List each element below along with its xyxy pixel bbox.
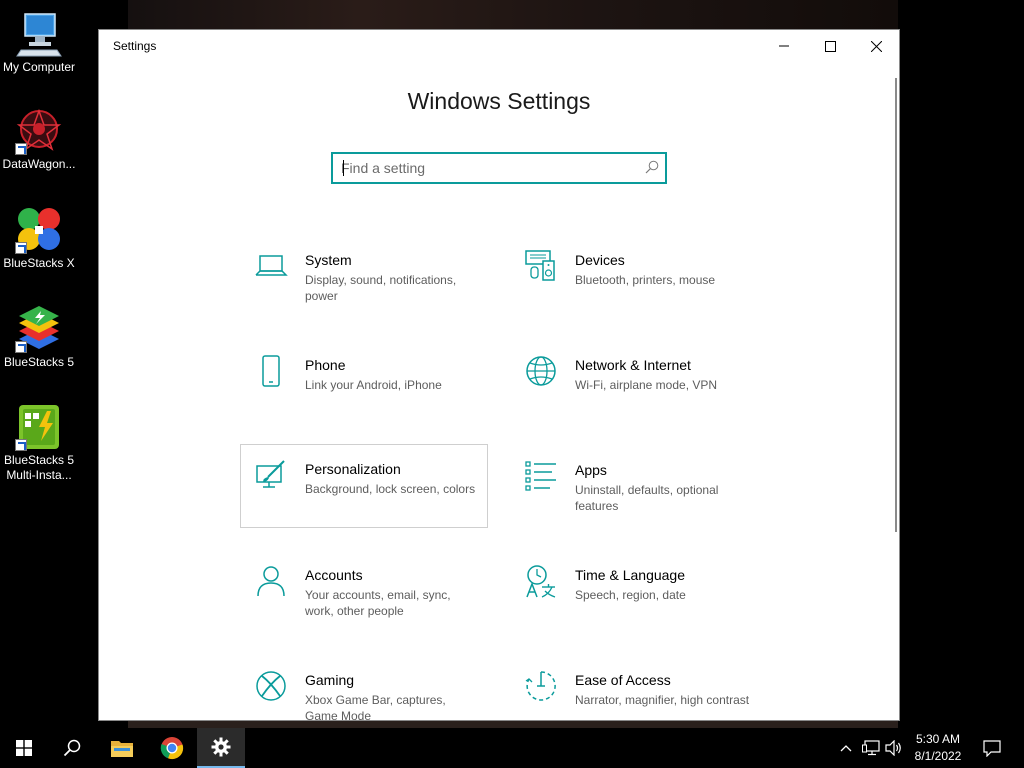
start-button[interactable]: [0, 728, 48, 768]
apps-list-icon: [525, 461, 556, 491]
settings-window: Settings Windows Settings System Display…: [99, 30, 899, 720]
category-devices[interactable]: Devices Bluetooth, printers, mouse: [510, 245, 758, 329]
category-description: Wi-Fi, airplane mode, VPN: [575, 378, 718, 392]
category-title: Personalization: [305, 461, 401, 477]
network-tray-button[interactable]: [861, 728, 881, 768]
windows-logo-icon: [16, 740, 32, 756]
window-title: Settings: [113, 39, 157, 53]
shortcut-arrow-icon: [15, 439, 27, 451]
laptop-icon: [255, 255, 288, 276]
chevron-up-icon: [840, 745, 852, 752]
settings-taskbar-button[interactable]: [197, 728, 245, 768]
desktop-icon-label: DataWagon...: [2, 157, 76, 171]
show-hidden-icons-button[interactable]: [838, 728, 854, 768]
search-icon: [645, 160, 659, 174]
minimize-icon: [779, 45, 789, 47]
category-description: Speech, region, date: [575, 588, 686, 602]
shortcut-arrow-icon: [15, 341, 27, 353]
folder-icon: [111, 741, 133, 757]
paintbrush-icon: [256, 460, 285, 488]
category-description: Bluetooth, printers, mouse: [575, 273, 716, 287]
category-title: Apps: [575, 462, 607, 478]
chrome-button[interactable]: [148, 728, 196, 768]
text-caret: [343, 160, 344, 176]
category-description: Your accounts, email, sync, work, other …: [305, 588, 451, 618]
search-taskbar-button[interactable]: [48, 728, 96, 768]
category-title: Devices: [575, 252, 625, 268]
time-language-icon: [526, 565, 556, 598]
close-icon: [870, 40, 882, 52]
clock-date: 8/1/2022: [914, 749, 962, 763]
category-title: Network & Internet: [575, 357, 691, 373]
desktop-icon-label-line2: Multi-Insta...: [6, 468, 72, 482]
desktop-icon-datawagon[interactable]: DataWagon...: [0, 107, 78, 172]
ease-of-access-icon: [525, 671, 556, 701]
speaker-icon: [885, 740, 901, 756]
volume-tray-button[interactable]: [884, 728, 904, 768]
desktop-icon-bluestacks-x[interactable]: BlueStacks X: [0, 206, 78, 271]
search-box[interactable]: [331, 152, 667, 184]
category-title: Time & Language: [575, 567, 685, 583]
category-personalization[interactable]: Personalization Background, lock screen,…: [240, 444, 488, 528]
category-description: Display, sound, notifications, power: [305, 273, 457, 303]
maximize-button[interactable]: [807, 30, 853, 62]
network-wired-icon: [862, 740, 880, 756]
scrollbar-thumb[interactable]: [895, 78, 897, 532]
desktop-icon-my-computer[interactable]: My Computer: [0, 10, 78, 75]
bluestacks-5-icon: [15, 305, 63, 353]
category-title: Gaming: [305, 672, 355, 688]
close-button[interactable]: [853, 30, 899, 62]
gear-icon: [211, 737, 231, 757]
category-accounts[interactable]: Accounts Your accounts, email, sync, wor…: [240, 560, 488, 644]
devices-icon: [525, 250, 555, 281]
desktop-icon-label: My Computer: [2, 60, 76, 74]
category-ease-of-access[interactable]: Ease of Access Narrator, magnifier, high…: [510, 665, 758, 720]
category-network[interactable]: Network & Internet Wi-Fi, airplane mode,…: [510, 350, 758, 434]
category-apps[interactable]: Apps Uninstall, defaults, optional featu…: [510, 455, 758, 539]
clock-time: 5:30 AM: [915, 732, 961, 746]
maximize-icon: [824, 40, 836, 52]
phone-icon: [262, 355, 280, 387]
shortcut-arrow-icon: [15, 143, 27, 155]
title-bar[interactable]: Settings: [99, 30, 899, 62]
desktop-wallpaper: [128, 0, 898, 30]
category-title: System: [305, 252, 352, 268]
search-input[interactable]: [341, 158, 631, 178]
minimize-button[interactable]: [761, 30, 807, 62]
taskbar: 5:30 AM 8/1/2022: [0, 728, 1024, 768]
category-description: Link your Android, iPhone: [305, 378, 442, 392]
category-description: Background, lock screen, colors: [305, 482, 476, 496]
category-phone[interactable]: Phone Link your Android, iPhone: [240, 350, 488, 434]
desktop-icon-label: BlueStacks X: [3, 256, 75, 270]
globe-icon: [526, 356, 556, 386]
shortcut-arrow-icon: [15, 242, 27, 254]
category-description: Narrator, magnifier, high contrast: [575, 693, 750, 707]
category-title: Phone: [305, 357, 346, 373]
category-description: Uninstall, defaults, optional features: [575, 483, 719, 513]
bluestacks-multi-instance-icon: [15, 403, 63, 451]
person-icon: [257, 566, 285, 597]
category-time-language[interactable]: Time & Language Speech, region, date: [510, 560, 758, 644]
category-title: Accounts: [305, 567, 363, 583]
desktop-icon-label-line1: BlueStacks 5: [3, 453, 75, 467]
category-title: Ease of Access: [575, 672, 671, 688]
desktop-icon-label: BlueStacks 5: [3, 355, 75, 369]
datawagon-icon: [15, 107, 63, 155]
category-description: Xbox Game Bar, captures, Game Mode: [305, 693, 446, 720]
category-system[interactable]: System Display, sound, notifications, po…: [240, 245, 488, 329]
xbox-icon: [256, 671, 286, 701]
desktop-icon-bluestacks-multi[interactable]: BlueStacks 5 Multi-Insta...: [0, 403, 78, 483]
action-center-button[interactable]: [978, 728, 1006, 768]
notification-icon: [983, 739, 1001, 757]
category-gaming[interactable]: Gaming Xbox Game Bar, captures, Game Mod…: [240, 665, 488, 720]
chrome-icon: [160, 737, 184, 760]
taskbar-clock[interactable]: 5:30 AM 8/1/2022: [905, 731, 971, 765]
file-explorer-button[interactable]: [98, 728, 146, 768]
page-title: Windows Settings: [407, 88, 591, 114]
desktop-icon-bluestacks-5[interactable]: BlueStacks 5: [0, 305, 78, 370]
search-icon: [63, 739, 81, 757]
desktop-wallpaper-bottom: [128, 720, 898, 728]
bluestacks-x-icon: [15, 206, 63, 254]
computer-icon: [15, 10, 63, 58]
